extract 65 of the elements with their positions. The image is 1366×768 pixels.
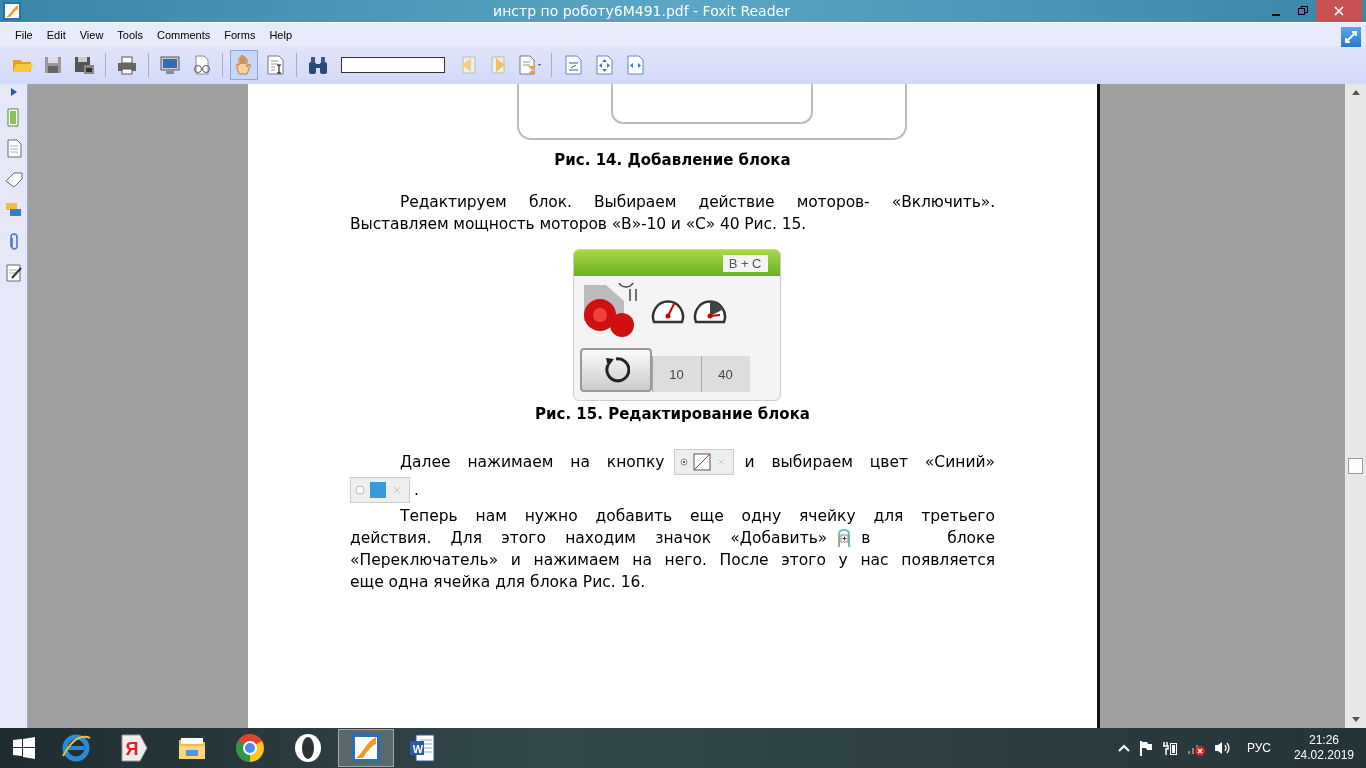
value-field: 10 — [651, 356, 701, 392]
fullscreen-button[interactable] — [1341, 26, 1361, 47]
zoom-100-icon — [562, 55, 584, 75]
scroll-up-icon[interactable] — [1351, 90, 1360, 95]
text-line: и выбираем цвет «Синий» — [744, 452, 995, 473]
scrollbar[interactable] — [1345, 84, 1366, 728]
menu-item[interactable]: File — [8, 24, 40, 45]
browser-e-icon — [61, 733, 91, 763]
document-hourglass-icon — [517, 55, 543, 75]
menu-item[interactable]: Edit — [39, 24, 73, 45]
printer-icon — [116, 55, 138, 75]
monitor-icon — [159, 55, 181, 75]
text-line: Далее нажимаем на кнопку — [400, 452, 665, 473]
sensor-button-icon — [674, 449, 735, 475]
restore-icon — [1297, 5, 1308, 16]
close-icon — [1334, 5, 1344, 16]
minimize-icon — [1271, 13, 1280, 16]
text-line: действия. Для этого находим значок «Добавить» — [350, 528, 828, 549]
text-line: . — [414, 480, 419, 501]
speaker-icon[interactable] — [1213, 740, 1232, 756]
figure-caption: Рис. 15. Редактирование блока — [534, 405, 811, 423]
text-line: в блоке — [861, 528, 995, 549]
app-logo-icon — [3, 2, 21, 20]
port-label: B + C — [722, 254, 768, 272]
menu-item[interactable]: Comments — [150, 24, 218, 45]
value-field: 40 — [700, 356, 750, 392]
window-title: инстр по роботу6М491.pdf - Foxit Reader — [492, 3, 791, 19]
close-button[interactable] — [1316, 0, 1362, 21]
app-logo-icon — [351, 733, 381, 763]
color-button-icon — [350, 477, 410, 503]
clock-date[interactable]: 24.02.2019 — [1293, 748, 1354, 763]
word-document-taskbar-button[interactable]: W — [396, 729, 452, 767]
text-line: еще одна ячейка для блока Рис. 16. — [350, 572, 646, 593]
text-line: Теперь нам нужно добавить еще одну ячейку для третьего — [400, 506, 995, 527]
menu-item[interactable]: Help — [262, 24, 300, 45]
battery-icon[interactable] — [1161, 740, 1178, 756]
fit-width-icon — [624, 55, 646, 75]
floppy-disk-icon — [73, 55, 95, 75]
signature-icon[interactable] — [4, 263, 23, 282]
fit-page-icon — [593, 55, 615, 75]
figure-caption: Рис. 14. Добавление блока — [553, 151, 792, 169]
opera-icon — [293, 733, 323, 763]
text-select-icon — [264, 55, 286, 75]
windows-logo-icon — [13, 737, 35, 759]
menu-item[interactable]: View — [72, 24, 111, 45]
chevron-up-icon[interactable] — [1117, 744, 1130, 752]
menu-item[interactable]: Tools — [110, 24, 151, 45]
search-field[interactable] — [341, 57, 445, 73]
paragraph: Редактируем блок. Выбираем действие моторов- «Включить». Выставляем мощность моторов «В»-10 и «С» 40 Рис. 15. — [350, 192, 995, 235]
add-case-icon — [837, 529, 852, 547]
app-logo-taskbar-button[interactable] — [338, 729, 394, 767]
yandex-taskbar-button[interactable]: Я — [106, 729, 162, 767]
chrome-icon — [235, 733, 265, 763]
language-indicator[interactable]: РУС — [1246, 741, 1271, 755]
clock-time[interactable]: 21:26 — [1308, 733, 1339, 748]
tag-icon[interactable] — [4, 170, 23, 189]
expand-arrow-icon[interactable] — [10, 88, 17, 96]
flag-icon[interactable] — [1138, 740, 1153, 756]
menu-item[interactable]: Forms — [217, 24, 263, 45]
scroll-down-icon[interactable] — [1351, 717, 1360, 722]
binoculars-icon — [307, 55, 329, 75]
expand-arrows-icon — [1343, 28, 1359, 45]
scrollbar-thumb[interactable] — [1348, 458, 1363, 474]
text-line: «Переключатель» и нажимаем на него. После этого у нас появляется — [350, 550, 995, 571]
yandex-icon — [119, 733, 149, 763]
